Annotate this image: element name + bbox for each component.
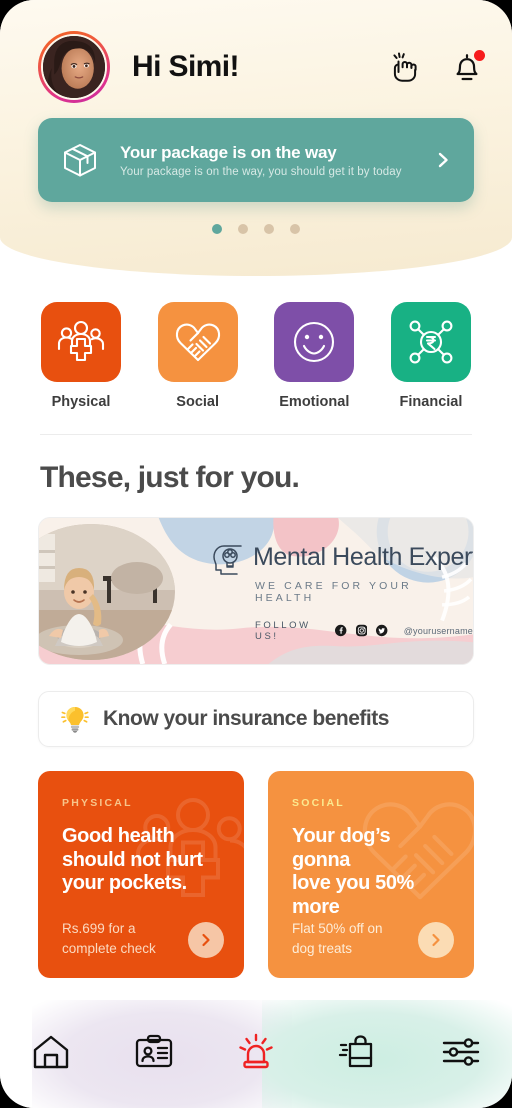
chevron-right-icon (202, 933, 210, 946)
package-text: Your package is on the way Your package … (120, 143, 434, 178)
bottom-nav-items (0, 996, 512, 1108)
head-lightbulb-glyph (213, 544, 242, 575)
bell-icon[interactable] (450, 50, 485, 84)
header-icons (388, 50, 485, 84)
family-health-icon (57, 320, 105, 362)
promo-physical-kicker: PHYSICAL (62, 797, 133, 809)
carousel-dot-3[interactable] (264, 224, 274, 234)
id-card-icon (135, 1034, 172, 1068)
notification-badge (474, 50, 485, 61)
sliders-icon (442, 1038, 480, 1066)
banner-tagline: WE CARE FOR YOUR HEALTH (255, 579, 412, 604)
avatar-image (41, 34, 107, 100)
promo-card-physical[interactable]: PHYSICAL Good health should not hurt you… (38, 771, 244, 978)
promo-physical-arrow-button[interactable] (188, 921, 224, 958)
promo-physical-footer: Rs.699 for a complete check (62, 919, 224, 958)
insurance-benefits-label: Know your insurance benefits (103, 707, 389, 730)
rupee-network-icon (409, 320, 453, 364)
avatar[interactable] (38, 31, 110, 103)
category-financial[interactable]: Financial (390, 302, 472, 410)
shopping-bag-icon (339, 1035, 373, 1068)
nav-item-home[interactable] (0, 996, 102, 1108)
category-row: Physical Social Emotional Financial (0, 276, 512, 410)
app-screen: Hi Simi! Your package is on the way Your… (0, 0, 512, 1108)
divider (40, 434, 472, 435)
insurance-benefits-row[interactable]: Know your insurance benefits (38, 691, 474, 747)
lightbulb-icon (59, 703, 91, 735)
siren-alert-icon (239, 1033, 273, 1069)
carousel-dot-4[interactable] (290, 224, 300, 234)
chevron-right-icon[interactable] (434, 151, 452, 169)
category-financial-tile (390, 302, 471, 382)
category-social[interactable]: Social (157, 302, 239, 410)
promo-physical-description: Rs.699 for a complete check (62, 921, 156, 956)
snap-fingers-glyph (393, 52, 417, 82)
package-box-glyph (64, 144, 96, 177)
promo-social-footer: Flat 50% off on dog treats (292, 919, 454, 958)
twitter-icon[interactable] (376, 623, 388, 638)
category-emotional[interactable]: Emotional (273, 302, 355, 410)
head-lightbulb-icon (211, 541, 245, 575)
section-title: These, just for you. (40, 461, 300, 494)
nav-item-shop[interactable] (307, 996, 409, 1108)
category-social-label: Social (176, 394, 220, 410)
promo-social-description: Flat 50% off on dog treats (292, 921, 383, 956)
category-physical[interactable]: Physical (40, 302, 122, 410)
lightbulb-glyph (61, 707, 89, 733)
smiley-face-icon (294, 321, 335, 363)
nav-item-settings[interactable] (410, 996, 512, 1108)
facebook-icon[interactable] (335, 623, 347, 638)
category-physical-label: Physical (51, 394, 111, 410)
header: Hi Simi! Your package is on the way Your… (0, 0, 512, 276)
package-status-card[interactable]: Your package is on the way Your package … (38, 118, 474, 202)
category-social-tile (157, 302, 238, 382)
package-title: Your package is on the way (120, 142, 337, 162)
page-title: Hi Simi! (132, 50, 239, 83)
promo-social-headline: Your dog’s gonna love you 50% more (292, 825, 414, 918)
banner-title: Mental Health Experts (253, 543, 474, 571)
chevron-right-icon (432, 933, 440, 946)
promo-card-social[interactable]: SOCIAL Your dog’s gonna love you 50% mor… (268, 771, 474, 978)
category-financial-label: Financial (399, 394, 463, 410)
snap-fingers-icon[interactable] (388, 50, 422, 84)
carousel-dot-1[interactable] (212, 224, 222, 234)
carousel-dots (0, 224, 512, 234)
nav-item-card[interactable] (102, 996, 204, 1108)
category-emotional-tile (274, 302, 355, 382)
category-physical-tile (41, 302, 121, 382)
bottom-navigation (0, 996, 512, 1108)
instagram-icon[interactable] (355, 623, 368, 638)
promo-physical-headline: Good health should not hurt your pockets… (62, 825, 203, 895)
handshake-heart-icon (175, 323, 220, 362)
avatar-portrait-icon (43, 36, 105, 98)
banner-handle: @yourusername (403, 625, 473, 636)
promo-social-kicker: SOCIAL (292, 797, 345, 809)
package-box-icon (58, 138, 102, 182)
category-emotional-label: Emotional (279, 394, 350, 410)
banner-logo-row: Mental Health Experts (211, 541, 473, 575)
banner-follow-label: FOLLOW US! (255, 619, 311, 642)
home-icon (34, 1035, 69, 1069)
package-subtitle: Your package is on the way, you should g… (120, 165, 402, 178)
promo-card-row: PHYSICAL Good health should not hurt you… (38, 771, 474, 978)
banner-follow-row: FOLLOW US! @yourusername (255, 620, 473, 642)
banner-content: Mental Health Experts WE CARE FOR YOUR H… (207, 518, 473, 664)
carousel-dot-2[interactable] (238, 224, 248, 234)
mental-health-banner[interactable]: Mental Health Experts WE CARE FOR YOUR H… (38, 517, 474, 665)
nav-item-emergency[interactable] (205, 996, 307, 1108)
chevron-right-glyph (438, 152, 448, 168)
promo-social-arrow-button[interactable] (418, 921, 454, 958)
header-top-bar: Hi Simi! (0, 0, 512, 104)
